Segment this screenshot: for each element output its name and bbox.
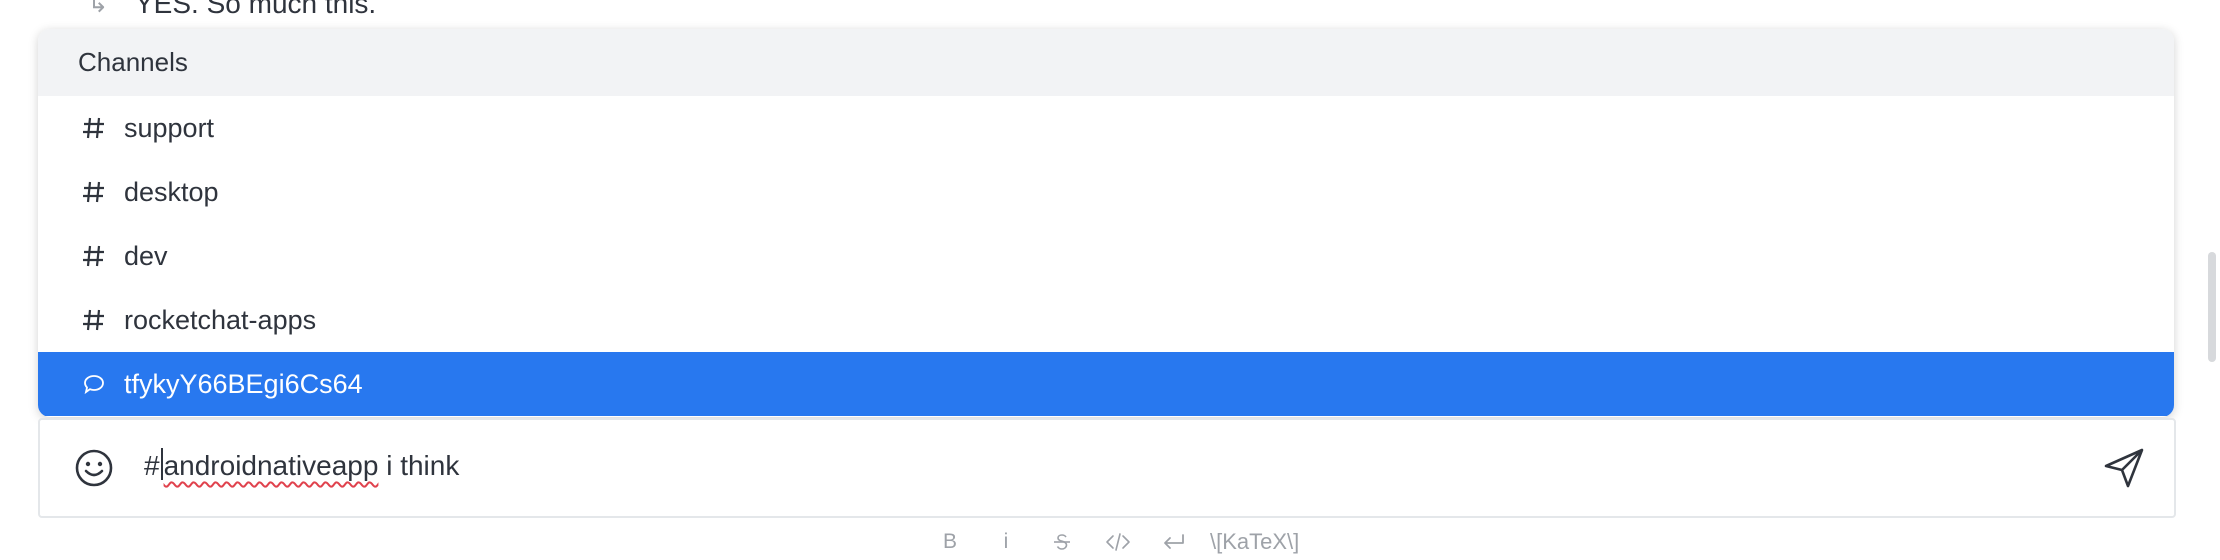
strikethrough-icon[interactable] bbox=[1034, 531, 1090, 553]
code-icon[interactable] bbox=[1090, 531, 1146, 553]
channel-item-dev[interactable]: dev bbox=[38, 224, 2174, 288]
emoji-icon[interactable] bbox=[74, 448, 114, 488]
misspelled-word: androidnativeapp bbox=[163, 450, 379, 481]
formatting-toolbar: B i \[KaTeX\] bbox=[922, 524, 1299, 560]
message-input[interactable]: # androidnativeapp i think bbox=[144, 448, 459, 482]
multiline-icon[interactable] bbox=[1146, 531, 1202, 553]
channel-item-desktop[interactable]: desktop bbox=[38, 160, 2174, 224]
hash-icon bbox=[82, 308, 110, 332]
channel-item-rocketchat-apps[interactable]: rocketchat-apps bbox=[38, 288, 2174, 352]
channel-autocomplete-popup: Channels support desktop dev rocketchat-… bbox=[38, 29, 2174, 417]
discussion-icon bbox=[82, 372, 110, 396]
channel-item-label: tfykyY66BEgi6Cs64 bbox=[124, 368, 363, 399]
channel-item-support[interactable]: support bbox=[38, 96, 2174, 160]
reply-icon: ↳ bbox=[88, 0, 109, 18]
text-caret bbox=[160, 448, 163, 480]
message-composer: # androidnativeapp i think bbox=[38, 418, 2176, 518]
channel-item-label: support bbox=[124, 112, 215, 143]
popup-header: Channels bbox=[38, 29, 2174, 96]
hash-icon bbox=[82, 180, 110, 204]
channel-item-label: dev bbox=[124, 240, 168, 271]
send-icon[interactable] bbox=[2102, 446, 2146, 490]
channel-item-label: desktop bbox=[124, 176, 219, 207]
channel-item-label: rocketchat-apps bbox=[124, 304, 317, 335]
channel-item-discussion[interactable]: tfykyY66BEgi6Cs64 bbox=[38, 352, 2174, 416]
hash-icon bbox=[82, 244, 110, 268]
background-message: ↳ YES. So much this. bbox=[0, 0, 2200, 30]
background-message-text: YES. So much this. bbox=[135, 0, 377, 19]
italic-button[interactable]: i bbox=[978, 530, 1034, 554]
hash-icon bbox=[82, 116, 110, 140]
bold-button[interactable]: B bbox=[922, 530, 978, 554]
katex-button[interactable]: \[KaTeX\] bbox=[1210, 529, 1299, 555]
input-prefix: # bbox=[144, 450, 160, 481]
scrollbar-thumb[interactable] bbox=[2208, 252, 2216, 362]
input-rest: i think bbox=[378, 450, 460, 481]
